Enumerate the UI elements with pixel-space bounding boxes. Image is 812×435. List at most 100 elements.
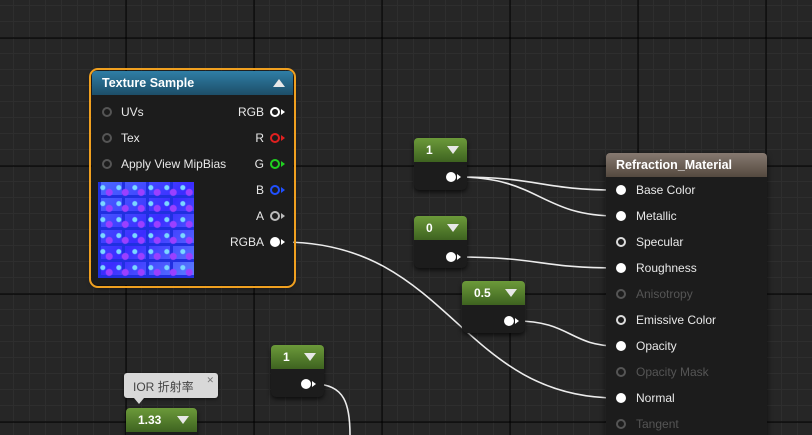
refraction-material-node[interactable]: Refraction_Material Base Color Metallic … bbox=[606, 153, 767, 435]
input-specular[interactable]: Specular bbox=[616, 233, 756, 251]
output-arrow-icon bbox=[312, 381, 316, 387]
constant-header[interactable]: 1.33 bbox=[126, 408, 197, 432]
metallic-label: Metallic bbox=[636, 209, 677, 223]
collapse-arrow-icon[interactable] bbox=[273, 79, 285, 87]
uvs-pin-icon[interactable] bbox=[102, 107, 112, 117]
input-opacity[interactable]: Opacity bbox=[616, 337, 756, 355]
collapse-arrow-icon[interactable] bbox=[177, 416, 189, 424]
g-arrow-icon bbox=[281, 161, 285, 167]
b-arrow-icon bbox=[281, 187, 285, 193]
input-anisotropy[interactable]: Anisotropy bbox=[616, 285, 756, 303]
constant-value: 1 bbox=[283, 350, 290, 364]
input-normal[interactable]: Normal bbox=[616, 389, 756, 407]
output-arrow-icon bbox=[457, 174, 461, 180]
input-uvs[interactable]: UVs bbox=[102, 103, 202, 121]
rgba-label: RGBA bbox=[229, 235, 264, 249]
tex-pin-icon[interactable] bbox=[102, 133, 112, 143]
texture-sample-header[interactable]: Texture Sample bbox=[92, 71, 293, 95]
constant-header[interactable]: 1 bbox=[414, 138, 467, 162]
output-b[interactable]: B bbox=[223, 181, 285, 199]
constant-node-1[interactable]: 1 bbox=[414, 138, 467, 190]
rgb-pin-icon[interactable] bbox=[270, 107, 280, 117]
base-color-pin-icon[interactable] bbox=[616, 185, 626, 195]
output-pin-icon[interactable] bbox=[301, 379, 311, 389]
texture-sample-title: Texture Sample bbox=[102, 76, 195, 90]
b-label: B bbox=[255, 183, 264, 197]
a-arrow-icon bbox=[281, 213, 285, 219]
tangent-pin-icon[interactable] bbox=[616, 419, 626, 429]
material-header[interactable]: Refraction_Material bbox=[606, 153, 767, 177]
input-tangent[interactable]: Tangent bbox=[616, 415, 756, 433]
constant-header[interactable]: 0.5 bbox=[462, 281, 525, 305]
wire-05-to-opacity bbox=[515, 320, 618, 347]
opacity-mask-label: Opacity Mask bbox=[636, 365, 709, 379]
comment-bubble[interactable]: IOR 折射率 ✕ bbox=[124, 373, 218, 404]
emissive-color-pin-icon[interactable] bbox=[616, 315, 626, 325]
pin-comment-icon[interactable]: ✕ bbox=[206, 376, 214, 385]
uvs-label: UVs bbox=[121, 105, 144, 119]
specular-pin-icon[interactable] bbox=[616, 237, 626, 247]
constant-node-1b[interactable]: 1 bbox=[271, 345, 324, 397]
a-pin-icon[interactable] bbox=[270, 211, 280, 221]
output-arrow-icon bbox=[457, 254, 461, 260]
opacity-mask-pin-icon[interactable] bbox=[616, 367, 626, 377]
normal-pin-icon[interactable] bbox=[616, 393, 626, 403]
output-a[interactable]: A bbox=[223, 207, 285, 225]
r-pin-icon[interactable] bbox=[270, 133, 280, 143]
rgba-arrow-icon bbox=[281, 239, 285, 245]
base-color-label: Base Color bbox=[636, 183, 696, 197]
input-base-color[interactable]: Base Color bbox=[616, 181, 756, 199]
constant-header[interactable]: 0 bbox=[414, 216, 467, 240]
collapse-arrow-icon[interactable] bbox=[447, 146, 459, 154]
collapse-arrow-icon[interactable] bbox=[505, 289, 517, 297]
rgba-pin-icon[interactable] bbox=[270, 237, 280, 247]
output-pin-icon[interactable] bbox=[446, 252, 456, 262]
wire-0-to-roughness bbox=[456, 256, 618, 269]
material-graph-canvas[interactable]: Texture Sample UVs Tex Apply View MipBia… bbox=[0, 0, 812, 435]
output-g[interactable]: G bbox=[223, 155, 285, 173]
specular-label: Specular bbox=[636, 235, 684, 249]
anisotropy-pin-icon[interactable] bbox=[616, 289, 626, 299]
output-rgb[interactable]: RGB bbox=[223, 103, 285, 121]
b-pin-icon[interactable] bbox=[270, 185, 280, 195]
constant-header[interactable]: 1 bbox=[271, 345, 324, 369]
constant-value: 0 bbox=[426, 221, 433, 235]
r-label: R bbox=[255, 131, 264, 145]
output-arrow-icon bbox=[515, 318, 519, 324]
opacity-pin-icon[interactable] bbox=[616, 341, 626, 351]
input-tex[interactable]: Tex bbox=[102, 129, 202, 147]
mipbias-pin-icon[interactable] bbox=[102, 159, 112, 169]
metallic-pin-icon[interactable] bbox=[616, 211, 626, 221]
collapse-arrow-icon[interactable] bbox=[447, 224, 459, 232]
material-title: Refraction_Material bbox=[616, 158, 733, 172]
input-opacity-mask[interactable]: Opacity Mask bbox=[616, 363, 756, 381]
comment-text: IOR 折射率 bbox=[133, 380, 194, 394]
a-label: A bbox=[255, 209, 264, 223]
texture-sample-node[interactable]: Texture Sample UVs Tex Apply View MipBia… bbox=[89, 68, 296, 288]
r-arrow-icon bbox=[281, 135, 285, 141]
input-metallic[interactable]: Metallic bbox=[616, 207, 756, 225]
mipbias-label: Apply View MipBias bbox=[121, 157, 227, 171]
constant-node-0-5[interactable]: 0.5 bbox=[462, 281, 525, 333]
roughness-label: Roughness bbox=[636, 261, 697, 275]
constant-value: 1 bbox=[426, 143, 433, 157]
output-pin-icon[interactable] bbox=[446, 172, 456, 182]
tangent-label: Tangent bbox=[636, 417, 679, 431]
g-pin-icon[interactable] bbox=[270, 159, 280, 169]
emissive-color-label: Emissive Color bbox=[636, 313, 717, 327]
normal-label: Normal bbox=[636, 391, 675, 405]
input-apply-view-mipbias[interactable]: Apply View MipBias bbox=[102, 155, 242, 173]
constant-node-0[interactable]: 0 bbox=[414, 216, 467, 268]
input-emissive-color[interactable]: Emissive Color bbox=[616, 311, 756, 329]
constant-value: 0.5 bbox=[474, 286, 491, 300]
input-roughness[interactable]: Roughness bbox=[616, 259, 756, 277]
constant-node-ior[interactable]: 1.33 bbox=[126, 408, 197, 435]
output-pin-icon[interactable] bbox=[504, 316, 514, 326]
tex-label: Tex bbox=[121, 131, 140, 145]
roughness-pin-icon[interactable] bbox=[616, 263, 626, 273]
output-rgba[interactable]: RGBA bbox=[213, 233, 285, 251]
collapse-arrow-icon[interactable] bbox=[304, 353, 316, 361]
rgb-arrow-icon bbox=[281, 109, 285, 115]
g-label: G bbox=[254, 157, 264, 171]
output-r[interactable]: R bbox=[223, 129, 285, 147]
